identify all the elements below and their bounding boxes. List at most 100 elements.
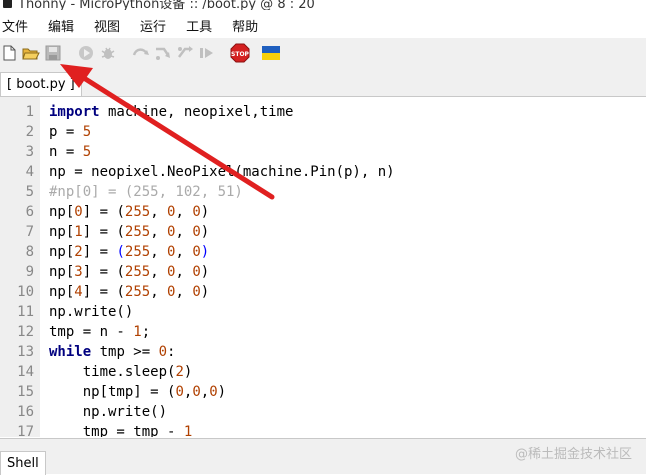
code-token: np = neopixel.NeoPixel(machine.Pin(p), n…: [49, 164, 395, 180]
code-line[interactable]: 15 np[tmp] = (0,0,0): [0, 382, 646, 402]
menu-bar: 文件 编辑 视图 运行 工具 帮助: [0, 12, 646, 38]
code-line[interactable]: 1 import machine, neopixel,time: [0, 102, 646, 122]
code-line[interactable]: 4 np = neopixel.NeoPixel(machine.Pin(p), …: [0, 162, 646, 182]
code-line[interactable]: 5 #np[0] = (255, 102, 51): [0, 182, 646, 202]
code-token: ,: [175, 264, 193, 280]
open-file-icon[interactable]: [22, 44, 40, 62]
code-token: ,: [150, 244, 168, 260]
save-file-icon[interactable]: [44, 44, 62, 62]
code-token: p =: [49, 124, 83, 140]
code-text: np.write(): [49, 302, 133, 322]
code-token: time.sleep(: [49, 364, 176, 380]
line-number: 9: [25, 264, 34, 280]
code-line[interactable]: 12 tmp = n - 1;: [0, 322, 646, 342]
code-text: time.sleep(2): [49, 362, 193, 382]
code-token: ,: [200, 384, 210, 400]
stop-icon[interactable]: STOP: [230, 43, 250, 63]
line-number: 8: [25, 244, 34, 260]
code-token: ): [200, 244, 210, 260]
code-text: np[3] = (255, 0, 0): [49, 262, 209, 282]
toolbar: STOP: [0, 38, 646, 70]
line-number: 12: [17, 324, 34, 340]
menu-tools[interactable]: 工具: [186, 16, 212, 35]
code-line[interactable]: 6 np[0] = (255, 0, 0): [0, 202, 646, 222]
code-token: 255: [124, 224, 151, 240]
code-token: ,: [175, 224, 193, 240]
step-over-icon[interactable]: [132, 44, 150, 62]
code-line[interactable]: 17 tmp = tmp - 1: [0, 422, 646, 437]
code-token: 4: [74, 284, 83, 300]
run-icon[interactable]: [77, 44, 95, 62]
code-editor[interactable]: 1 import machine, neopixel,time 2 p = 5 3 n =…: [0, 97, 646, 437]
code-line[interactable]: 9 np[3] = (255, 0, 0): [0, 262, 646, 282]
debug-icon[interactable]: [99, 44, 117, 62]
code-token: tmp = n -: [49, 324, 134, 340]
code-token: 0: [192, 284, 201, 300]
menu-help[interactable]: 帮助: [232, 16, 258, 35]
thonny-app-icon: [3, 0, 12, 8]
code-line[interactable]: 14 time.sleep(2): [0, 362, 646, 382]
code-token: np[tmp] = (: [49, 384, 176, 400]
line-number: 3: [25, 144, 34, 160]
code-token: ): [200, 204, 210, 220]
code-token: 255: [124, 204, 151, 220]
code-line[interactable]: 2 p = 5: [0, 122, 646, 142]
code-token: ): [200, 264, 210, 280]
code-token: while: [49, 344, 92, 360]
line-number: 1: [25, 104, 34, 120]
code-token: np.write(): [49, 404, 168, 420]
watermark: @稀土掘金技术社区: [514, 447, 632, 462]
line-number: 13: [17, 344, 34, 360]
code-token: import: [49, 104, 100, 120]
code-token: ,: [175, 284, 193, 300]
menu-run[interactable]: 运行: [140, 16, 166, 35]
line-number: 14: [17, 364, 34, 380]
line-number: 11: [17, 304, 34, 320]
code-token: (: [116, 244, 125, 260]
code-line[interactable]: 3 n = 5: [0, 142, 646, 162]
line-number: 10: [17, 284, 34, 300]
code-token: 0: [209, 384, 218, 400]
line-number: 7: [25, 224, 34, 240]
code-line[interactable]: 16 np.write(): [0, 402, 646, 422]
code-token: #np[0] = (255, 102, 51): [49, 184, 243, 200]
code-token: np[: [49, 244, 75, 260]
line-number: 16: [17, 404, 34, 420]
ukraine-flag-icon[interactable]: [262, 45, 280, 61]
code-line[interactable]: 10 np[4] = (255, 0, 0): [0, 282, 646, 302]
code-token: ,: [175, 244, 193, 260]
tab-shell[interactable]: Shell: [0, 451, 46, 475]
code-token: 2: [175, 364, 184, 380]
code-token: 3: [74, 264, 83, 280]
code-line[interactable]: 11 np.write(): [0, 302, 646, 322]
code-token: 5: [82, 144, 92, 160]
resume-icon[interactable]: [198, 44, 216, 62]
code-token: np[: [49, 224, 75, 240]
code-text: import machine, neopixel,time: [49, 102, 293, 122]
code-token: 5: [82, 124, 92, 140]
code-token: ] = (: [82, 284, 125, 300]
code-token: 255: [124, 264, 151, 280]
code-text: np.write(): [49, 402, 167, 422]
code-line[interactable]: 7 np[1] = (255, 0, 0): [0, 222, 646, 242]
code-token: ;: [141, 324, 151, 340]
code-token: :: [167, 344, 176, 360]
code-text: np[2] = (255, 0, 0): [49, 242, 209, 262]
code-token: 1: [183, 424, 193, 437]
tab-boot-py[interactable]: [ boot.py ]: [0, 72, 82, 96]
line-number: 5: [25, 184, 34, 200]
code-line[interactable]: 13 while tmp >= 0:: [0, 342, 646, 362]
code-token: np[: [49, 264, 75, 280]
code-token: ): [217, 384, 227, 400]
code-token: ] = (: [82, 264, 125, 280]
code-token: ,: [150, 284, 168, 300]
menu-file[interactable]: 文件: [2, 16, 28, 35]
menu-view[interactable]: 视图: [94, 16, 120, 35]
step-out-icon[interactable]: [176, 44, 194, 62]
code-token: 0: [192, 224, 201, 240]
code-token: 0: [192, 244, 201, 260]
code-line[interactable]: 8 np[2] = (255, 0, 0): [0, 242, 646, 262]
new-file-icon[interactable]: [0, 44, 18, 62]
menu-edit[interactable]: 编辑: [48, 16, 74, 35]
step-into-icon[interactable]: [154, 44, 172, 62]
